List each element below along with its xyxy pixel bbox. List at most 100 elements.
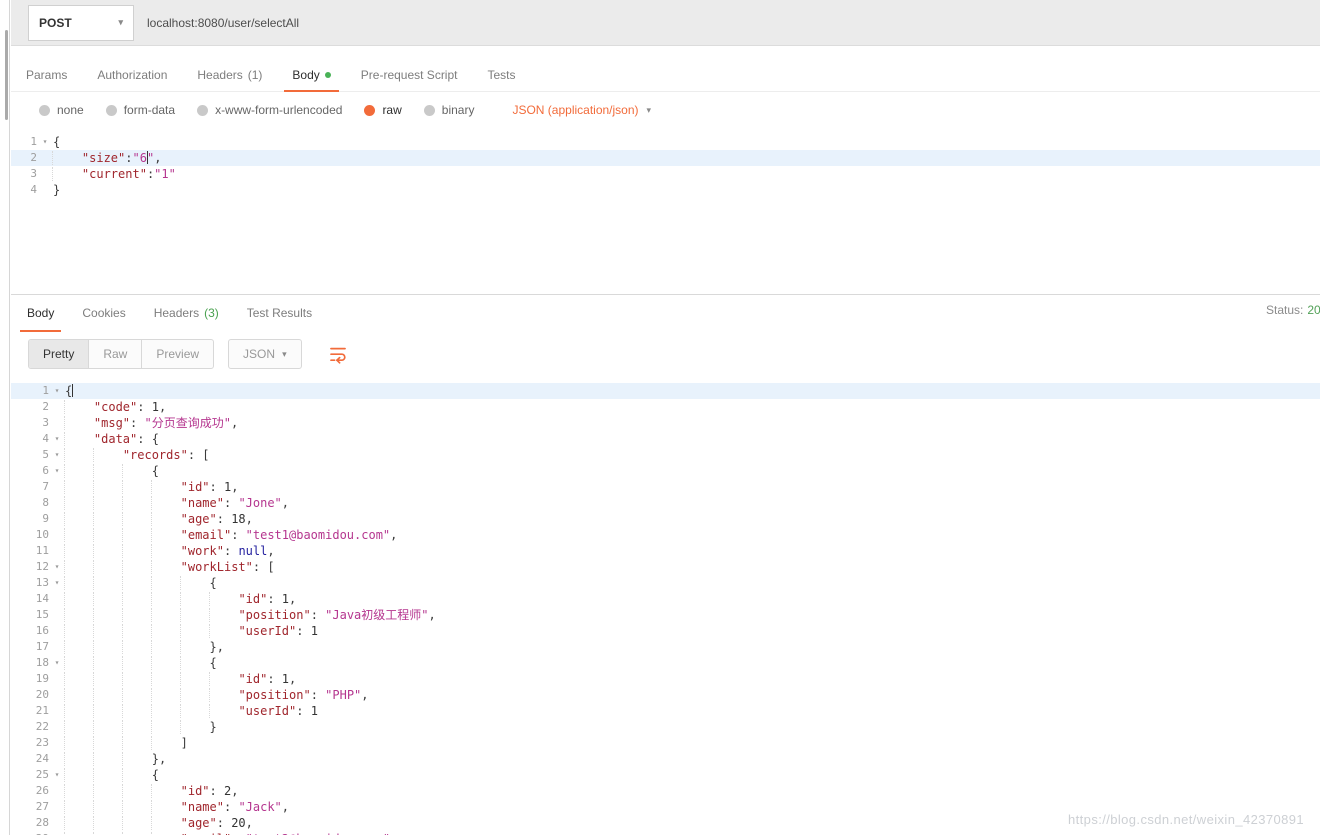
request-tab-pre-request-script[interactable]: Pre-request Script bbox=[346, 58, 473, 91]
response-editor-line[interactable]: 9 "age": 18, bbox=[11, 511, 1320, 527]
response-editor-line[interactable]: 7 "id": 1, bbox=[11, 479, 1320, 495]
response-editor-line[interactable]: 23 ] bbox=[11, 735, 1320, 751]
request-editor-line[interactable]: 4} bbox=[11, 182, 1320, 198]
response-tab-cookies[interactable]: Cookies bbox=[68, 295, 139, 331]
response-editor-line[interactable]: 2 "code": 1, bbox=[11, 399, 1320, 415]
code-text[interactable]: } bbox=[65, 719, 1320, 735]
request-editor-line[interactable]: 2 "size":"6", bbox=[11, 150, 1320, 166]
view-pretty[interactable]: Pretty bbox=[29, 340, 89, 368]
request-editor-line[interactable]: 3 "current":"1" bbox=[11, 166, 1320, 182]
line-number: 4 bbox=[11, 431, 49, 447]
code-text[interactable]: "position": "PHP", bbox=[65, 687, 1320, 703]
response-editor-line[interactable]: 18▾ { bbox=[11, 655, 1320, 671]
request-tab-body[interactable]: Body bbox=[277, 58, 345, 91]
request-tab-authorization[interactable]: Authorization bbox=[82, 58, 182, 91]
format-select[interactable]: JSON ▾ bbox=[228, 339, 302, 369]
response-editor-line[interactable]: 13▾ { bbox=[11, 575, 1320, 591]
code-text[interactable]: "email": "test1@baomidou.com", bbox=[65, 527, 1320, 543]
code-text[interactable]: "data": { bbox=[65, 431, 1320, 447]
view-preview[interactable]: Preview bbox=[142, 340, 213, 368]
code-text[interactable]: { bbox=[65, 575, 1320, 591]
code-text[interactable]: "id": 1, bbox=[65, 479, 1320, 495]
code-text[interactable]: "id": 1, bbox=[65, 591, 1320, 607]
body-mode-form-data[interactable]: form-data bbox=[106, 103, 175, 117]
code-text[interactable]: { bbox=[65, 767, 1320, 783]
code-text[interactable]: }, bbox=[65, 751, 1320, 767]
code-text[interactable]: "size":"6", bbox=[53, 150, 1320, 166]
response-editor-line[interactable]: 11 "work": null, bbox=[11, 543, 1320, 559]
wrap-text-icon[interactable] bbox=[328, 344, 348, 364]
code-text[interactable]: "email": "test2@baomidou.com", bbox=[65, 831, 1320, 835]
code-text[interactable]: ] bbox=[65, 735, 1320, 751]
code-text[interactable]: { bbox=[65, 383, 1320, 399]
response-editor-line[interactable]: 8 "name": "Jone", bbox=[11, 495, 1320, 511]
code-text[interactable]: "userId": 1 bbox=[65, 623, 1320, 639]
body-mode-binary[interactable]: binary bbox=[424, 103, 475, 117]
format-button[interactable]: JSON ▾ bbox=[229, 340, 301, 368]
response-tab-body[interactable]: Body bbox=[13, 295, 68, 331]
request-editor-line[interactable]: 1▾{ bbox=[11, 134, 1320, 150]
code-text[interactable]: } bbox=[53, 182, 1320, 198]
response-editor-line[interactable]: 5▾ "records": [ bbox=[11, 447, 1320, 463]
code-text[interactable]: "name": "Jone", bbox=[65, 495, 1320, 511]
code-text[interactable]: "current":"1" bbox=[53, 166, 1320, 182]
response-editor-line[interactable]: 29 "email": "test2@baomidou.com", bbox=[11, 831, 1320, 835]
response-editor-line[interactable]: 12▾ "workList": [ bbox=[11, 559, 1320, 575]
response-editor-line[interactable]: 16 "userId": 1 bbox=[11, 623, 1320, 639]
response-tab-headers[interactable]: Headers(3) bbox=[140, 295, 233, 331]
scrollbar-thumb[interactable] bbox=[5, 30, 8, 120]
request-tab-tests[interactable]: Tests bbox=[472, 58, 530, 91]
request-tab-headers[interactable]: Headers(1) bbox=[182, 58, 277, 91]
code-text[interactable]: "msg": "分页查询成功", bbox=[65, 415, 1320, 431]
code-text[interactable]: "position": "Java初级工程师", bbox=[65, 607, 1320, 623]
method-select[interactable]: POST ▾ bbox=[28, 5, 134, 41]
code-text[interactable]: "code": 1, bbox=[65, 399, 1320, 415]
response-editor-line[interactable]: 22 } bbox=[11, 719, 1320, 735]
fold-collapse-icon[interactable]: ▾ bbox=[49, 447, 65, 463]
fold-collapse-icon[interactable]: ▾ bbox=[49, 463, 65, 479]
code-text[interactable]: { bbox=[65, 655, 1320, 671]
response-editor-line[interactable]: 26 "id": 2, bbox=[11, 783, 1320, 799]
code-text[interactable]: { bbox=[65, 463, 1320, 479]
code-text[interactable]: "age": 18, bbox=[65, 511, 1320, 527]
code-text[interactable]: { bbox=[53, 134, 1320, 150]
fold-collapse-icon[interactable]: ▾ bbox=[49, 383, 65, 399]
code-text[interactable]: "id": 2, bbox=[65, 783, 1320, 799]
code-text[interactable]: }, bbox=[65, 639, 1320, 655]
request-body-editor[interactable]: 1▾{2 "size":"6",3 "current":"1"4} bbox=[11, 128, 1320, 294]
response-editor-line[interactable]: 21 "userId": 1 bbox=[11, 703, 1320, 719]
body-mode-x-www-form-urlencoded[interactable]: x-www-form-urlencoded bbox=[197, 103, 342, 117]
fold-collapse-icon[interactable]: ▾ bbox=[49, 575, 65, 591]
fold-collapse-icon[interactable]: ▾ bbox=[49, 767, 65, 783]
response-editor-line[interactable]: 20 "position": "PHP", bbox=[11, 687, 1320, 703]
body-mode-none[interactable]: none bbox=[39, 103, 84, 117]
response-editor-line[interactable]: 3 "msg": "分页查询成功", bbox=[11, 415, 1320, 431]
code-text[interactable]: "id": 1, bbox=[65, 671, 1320, 687]
response-editor-line[interactable]: 4▾ "data": { bbox=[11, 431, 1320, 447]
response-editor-line[interactable]: 14 "id": 1, bbox=[11, 591, 1320, 607]
response-tab-test-results[interactable]: Test Results bbox=[233, 295, 326, 331]
response-editor-line[interactable]: 24 }, bbox=[11, 751, 1320, 767]
response-editor-line[interactable]: 25▾ { bbox=[11, 767, 1320, 783]
code-text[interactable]: "work": null, bbox=[65, 543, 1320, 559]
response-editor-line[interactable]: 19 "id": 1, bbox=[11, 671, 1320, 687]
view-raw[interactable]: Raw bbox=[89, 340, 142, 368]
response-editor-line[interactable]: 6▾ { bbox=[11, 463, 1320, 479]
fold-collapse-icon[interactable]: ▾ bbox=[37, 134, 53, 150]
content-type-select[interactable]: JSON (application/json)▾ bbox=[512, 103, 651, 117]
url-input[interactable]: localhost:8080/user/selectAll bbox=[134, 16, 1320, 30]
left-sidebar-rail[interactable] bbox=[0, 0, 10, 835]
code-text[interactable]: "workList": [ bbox=[65, 559, 1320, 575]
response-editor-line[interactable]: 17 }, bbox=[11, 639, 1320, 655]
response-editor-line[interactable]: 1▾{ bbox=[11, 383, 1320, 399]
body-mode-raw[interactable]: raw bbox=[364, 103, 401, 117]
response-editor-line[interactable]: 10 "email": "test1@baomidou.com", bbox=[11, 527, 1320, 543]
fold-collapse-icon[interactable]: ▾ bbox=[49, 559, 65, 575]
response-body-editor[interactable]: 1▾{2 "code": 1,3 "msg": "分页查询成功",4▾ "dat… bbox=[11, 377, 1320, 835]
response-editor-line[interactable]: 15 "position": "Java初级工程师", bbox=[11, 607, 1320, 623]
fold-collapse-icon[interactable]: ▾ bbox=[49, 655, 65, 671]
fold-collapse-icon[interactable]: ▾ bbox=[49, 431, 65, 447]
request-tab-params[interactable]: Params bbox=[11, 58, 82, 91]
code-text[interactable]: "records": [ bbox=[65, 447, 1320, 463]
code-text[interactable]: "userId": 1 bbox=[65, 703, 1320, 719]
